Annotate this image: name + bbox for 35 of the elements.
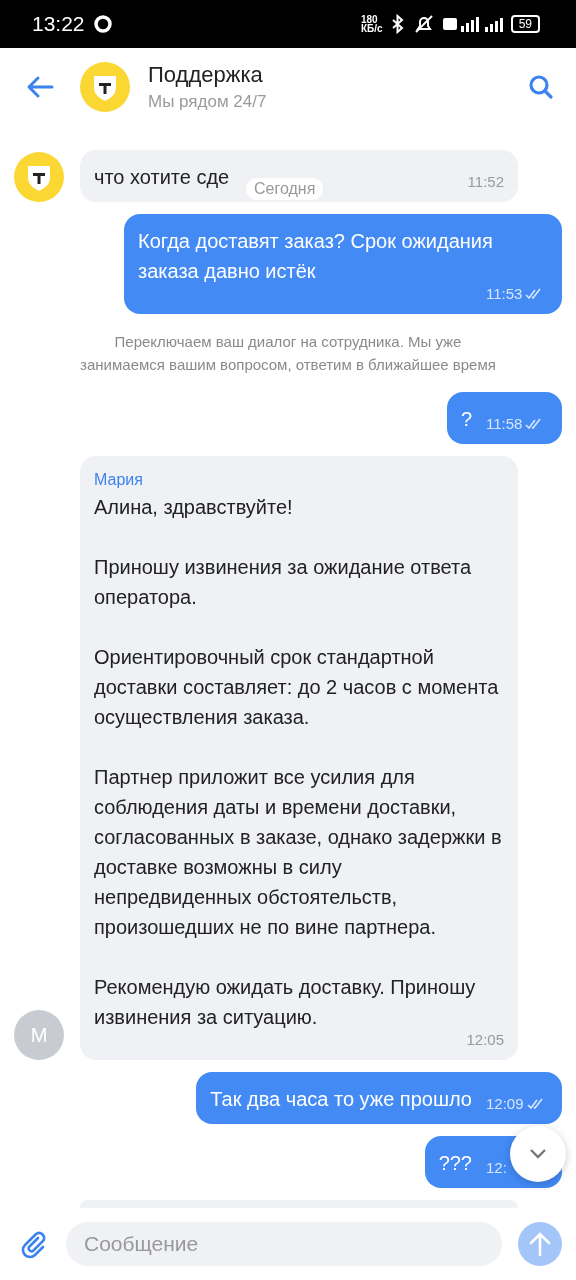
message-time: 12:09 (486, 1094, 524, 1114)
message-input[interactable]: Сообщение (66, 1222, 502, 1266)
sender-name: Мария (94, 470, 144, 490)
chat-title: Поддержка (148, 62, 264, 88)
message-text: Рекомендую ожидать доставку. Приношу извинения за ситуацию. (94, 975, 477, 1030)
message-time: 11:58 (486, 414, 523, 434)
message-text: Так два часа то уже прошло (210, 1087, 472, 1112)
message-text: Когда доставят заказ? Срок ожидания заказа давно истёк (138, 229, 494, 284)
message-text: Алина, здравствуйте! (94, 495, 294, 520)
search-icon[interactable] (528, 74, 554, 100)
arrow-up-icon (528, 1231, 552, 1257)
message-text: Приношу извинения за ожидание ответа оператора. (94, 555, 473, 610)
battery-level: 59 (510, 15, 540, 33)
signal-icon (442, 14, 503, 34)
message-time: 11:53 (486, 284, 523, 304)
message-time: 11:52 (467, 172, 504, 192)
message-text: Партнер приложит все усилия для соблюдения даты и времени доставки, согласованных в заказе, однако задержки в доставке возможны в силу непредвиденных обстоятельств, произошедших не по вине партнера. (94, 765, 503, 940)
network-speed: 180 КБ/с (361, 15, 383, 33)
logo-avatar (80, 62, 130, 112)
back-arrow-icon[interactable] (26, 75, 54, 99)
message-text: ? (460, 407, 472, 432)
message-text: Ориентировочный срок стандартной доставки составляет: до 2 часов с момента осуществления заказа. (94, 645, 500, 730)
scroll-down-button[interactable] (510, 1126, 566, 1182)
status-time: 13:22 (32, 12, 85, 36)
bluetooth-icon (390, 14, 405, 34)
logo-avatar (14, 152, 64, 202)
chevron-down-icon (528, 1148, 548, 1160)
message-time: 12:05 (466, 1030, 504, 1050)
message-time: 12: (486, 1158, 507, 1178)
message-text: что хотите сде (94, 165, 230, 190)
circle-icon (92, 14, 113, 34)
message-text: ??? (438, 1151, 472, 1176)
chat-subtitle: Мы рядом 24/7 (148, 92, 268, 112)
system-notice: Переключаем ваш диалог на сотрудника. Мы уже занимаемся вашим вопросом, ответим в ближайшее время (79, 332, 497, 375)
date-pill: Сегодня (246, 178, 324, 200)
